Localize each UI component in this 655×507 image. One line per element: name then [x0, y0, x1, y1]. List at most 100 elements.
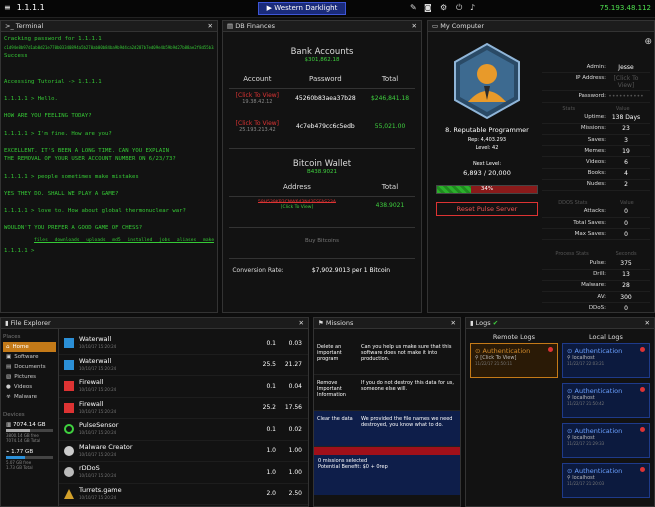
file-size: 2.50: [288, 490, 302, 498]
terminal-output[interactable]: Cracking password for 1.1.1.1 c1d94e8b97…: [1, 32, 217, 259]
close-icon[interactable]: ✕: [451, 318, 456, 328]
malware-creator-icon: [64, 445, 74, 456]
mission-item[interactable]: Clear the data We provided the file names…: [314, 411, 460, 447]
ip-view-link[interactable]: [Click To View]: [606, 75, 646, 89]
mission-item[interactable]: Delete an important program Can you help …: [314, 339, 460, 375]
list-item[interactable]: Firewall 10/10/17 15:20:24 25.2 17.56: [59, 398, 308, 419]
place-videos[interactable]: ● Videos: [3, 382, 56, 392]
place-documents[interactable]: ▤ Documents: [3, 362, 56, 372]
account-view-link[interactable]: [Click To View]: [229, 120, 286, 127]
ddos-row: Attacks: 0: [542, 207, 650, 219]
list-item[interactable]: Waterwall 10/10/17 15:20:24 25.5 21.27: [59, 355, 308, 376]
mission-name: Remove Important Information: [317, 380, 346, 398]
stat-value: 2: [624, 181, 628, 189]
device-primary[interactable]: ▥ 7074.14 GB 3800.14 GB free 7074.14 GB …: [3, 420, 56, 445]
place-pictures[interactable]: ▧ Pictures: [3, 372, 56, 382]
terminal-prompt[interactable]: 1.1.1.1 >: [4, 247, 214, 256]
list-item[interactable]: Firewall 10/10/17 15:20:24 0.1 0.04: [59, 376, 308, 398]
device-usb[interactable]: ⌁ 1.77 GB 5.07 GB free 1.73 GB Total: [3, 447, 56, 472]
process-header: Process Stats: [555, 251, 589, 258]
list-item[interactable]: Waterwall 10/10/17 15:20:24 0.1 0.03: [59, 333, 308, 355]
game-icon: [64, 488, 74, 499]
delete-log-icon[interactable]: [640, 347, 645, 352]
power-icon[interactable]: ⏻: [456, 3, 462, 13]
process-value: 375: [620, 260, 632, 268]
info-value: Jesse: [618, 63, 634, 71]
sound-icon[interactable]: ♪: [470, 3, 475, 12]
close-icon[interactable]: ✕: [412, 21, 417, 31]
local-log-entry[interactable]: ⊙ Authentication ⚲ localhost 11/22/17 21…: [562, 383, 650, 418]
file-version: 0.1: [266, 382, 276, 390]
info-row: Admin: Jesse: [542, 62, 650, 74]
conversion-label: Conversion Rate:: [232, 267, 284, 274]
terminal-command-links[interactable]: files downloads uploads md5 installed jo…: [4, 237, 214, 246]
stat-value: 3: [624, 136, 628, 144]
stat-row: Missions: 23: [542, 124, 650, 135]
delete-log-icon[interactable]: [640, 427, 645, 432]
my-computer-title: My Computer: [440, 22, 485, 30]
place-label: Home: [12, 344, 29, 350]
finances-titlebar[interactable]: ▤ DB Finances ✕: [223, 21, 421, 32]
stat-key: Missions:: [580, 125, 606, 132]
place-home[interactable]: ⌂ Home: [3, 342, 56, 352]
process-key: Drill:: [593, 271, 606, 278]
places-heading: Places: [3, 334, 21, 340]
device-total: 1.73 GB Total: [6, 465, 33, 470]
process-value: 28: [622, 282, 630, 290]
place-malware[interactable]: ☣ Malware: [3, 392, 56, 402]
check-icon: ✔: [492, 319, 499, 327]
account-view-link[interactable]: [Click To View]: [229, 92, 286, 99]
delete-log-icon[interactable]: [640, 387, 645, 392]
zoom-icon[interactable]: ⊕: [644, 37, 652, 47]
bitcoin-view-link[interactable]: [Click To View]: [229, 205, 365, 210]
theme-label: Western Darklight: [274, 4, 338, 12]
delete-log-icon[interactable]: [548, 347, 553, 352]
stat-row: Uptime: 138 Days: [542, 113, 650, 124]
stat-key: Nudes:: [586, 181, 606, 188]
waterwall-icon: [64, 338, 74, 349]
missions-titlebar[interactable]: ⚑ Missions ✕: [314, 318, 460, 329]
place-label: Malware: [13, 394, 37, 400]
process-header-value: Seconds: [615, 251, 637, 258]
list-item[interactable]: Turrets.game 10/10/17 15:20:24 2.0 2.50: [59, 484, 308, 505]
account-password: 45260b83aea37b28: [295, 95, 356, 102]
mission-item[interactable]: Remove Important Information If you do no…: [314, 375, 460, 411]
my-computer-titlebar[interactable]: ▭ My Computer: [428, 21, 654, 32]
level: Level: 42: [475, 145, 499, 151]
explorer-sidebar: Places ⌂ Home ▣ Software ▤ Documents ▧ Pictu…: [1, 329, 59, 506]
reset-pulse-button[interactable]: Reset Pulse Server: [436, 202, 538, 216]
close-icon[interactable]: ✕: [299, 318, 304, 328]
local-log-entry[interactable]: ⊙ Authentication ⚲ localhost 11/22/17 21…: [562, 423, 650, 458]
bitcoin-wallet-heading: Bitcoin Wallet: [292, 159, 352, 169]
local-log-entry[interactable]: ⊙ Authentication ⚲ localhost 11/22/17 22…: [562, 343, 650, 378]
list-item[interactable]: rDDoS 10/10/17 15:20:24 1.0 1.00: [59, 462, 308, 484]
pen-icon[interactable]: ✎: [410, 3, 417, 12]
camera-icon[interactable]: ◙: [424, 3, 432, 12]
log-date: 11/22/17 22:03:21: [567, 361, 605, 366]
logs-titlebar[interactable]: ▮ Logs ✔ ✕: [466, 318, 654, 329]
close-icon[interactable]: ✕: [645, 318, 650, 328]
place-software[interactable]: ▣ Software: [3, 352, 56, 362]
terminal-line: HOW ARE YOU FEELING TODAY?: [4, 113, 92, 120]
stats-header-value: Value: [615, 105, 630, 112]
device-total: 7074.14 GB Total: [6, 438, 41, 443]
theme-selector[interactable]: ▶ Western Darklight: [258, 2, 346, 15]
list-item[interactable]: Malware Creator 10/10/17 15:20:24 1.0 1.00: [59, 441, 308, 462]
software-icon: ▣: [6, 354, 12, 360]
log-date: 11/22/17 21:50:42: [567, 401, 605, 406]
file-date: 10/10/17 15:20:24: [79, 408, 117, 414]
file-explorer-titlebar[interactable]: ▮ File Explorer ✕: [1, 318, 308, 329]
remote-log-entry[interactable]: ⊙ Authentication ⚲ [Click To View] 11/22…: [470, 343, 558, 378]
terminal-titlebar[interactable]: >_ Terminal ✕: [1, 21, 217, 32]
menu-icon[interactable]: ≡: [4, 3, 11, 12]
local-log-entry[interactable]: ⊙ Authentication ⚲ localhost 11/22/17 21…: [562, 463, 650, 498]
list-item[interactable]: PulseSensor 10/10/17 15:20:24 0.1 0.02: [59, 419, 308, 441]
gear-icon[interactable]: ⚙: [440, 3, 447, 12]
delete-log-icon[interactable]: [640, 467, 645, 472]
missions-title: Missions: [325, 319, 354, 327]
terminal-line: EXCELLENT. IT'S BEEN A LONG TIME. CAN YO…: [4, 147, 170, 154]
file-explorer-title: File Explorer: [10, 319, 51, 327]
close-icon[interactable]: ✕: [208, 21, 213, 31]
buy-bitcoins-button[interactable]: Buy Bitcoins: [229, 238, 415, 244]
